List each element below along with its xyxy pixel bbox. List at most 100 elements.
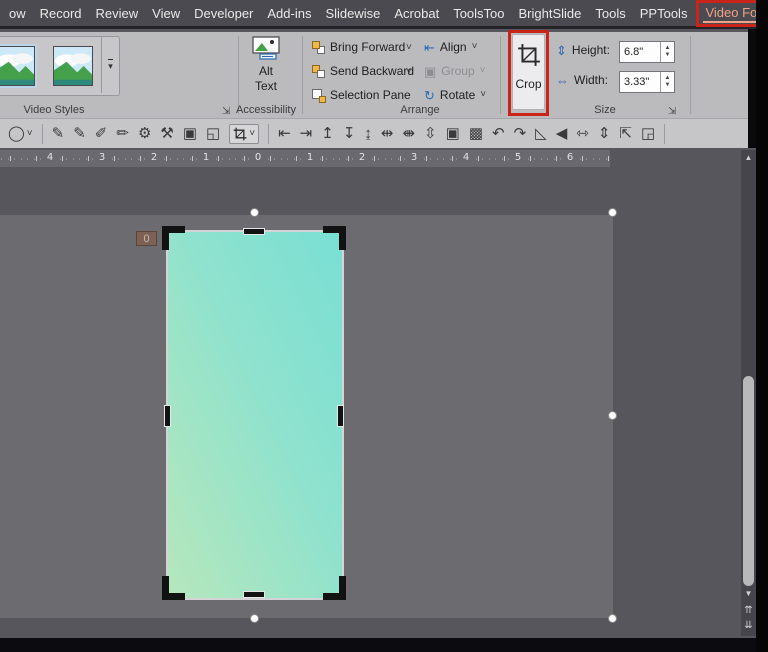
align-bottom-icon[interactable]: ↧	[343, 126, 356, 141]
crop-icon	[517, 44, 540, 66]
tab-toolstoo[interactable]: ToolsToo	[446, 6, 511, 21]
selection-handle-right-middle[interactable]	[608, 411, 617, 420]
flip-vertical-icon[interactable]: ◺	[535, 126, 547, 141]
align-button[interactable]: ⇤ Align ˅	[424, 40, 477, 54]
tab-tools[interactable]: Tools	[588, 6, 632, 21]
line-color-icon[interactable]: ✎	[73, 126, 86, 141]
oval-shape-tool-button[interactable]: ◯ ˅	[8, 126, 33, 141]
video-style-thumbnail-selected[interactable]	[0, 44, 37, 88]
crop-handle-top-right[interactable]	[323, 226, 346, 250]
tab-review[interactable]: Review	[89, 6, 146, 21]
ungroup-objects-icon[interactable]: ◱	[206, 126, 220, 141]
send-backward-icon[interactable]: ▩	[469, 126, 483, 141]
rotate-left-icon[interactable]: ↶	[492, 126, 505, 141]
tab-brightslide[interactable]: BrightSlide	[512, 6, 589, 21]
build-tool-icon[interactable]: ⚒	[160, 126, 173, 141]
video-styles-dialog-launcher[interactable]: ⇲	[222, 106, 230, 117]
tab-view[interactable]: View	[145, 6, 187, 21]
group-objects-icon[interactable]: ▣	[183, 126, 197, 141]
rotate-button[interactable]: ↻ Rotate ˅	[424, 88, 486, 102]
distribute-horizontal-icon[interactable]: ⇹	[381, 126, 394, 141]
video-cropped-region[interactable]	[166, 230, 344, 600]
bring-forward-button[interactable]: Bring Forward	[312, 40, 405, 54]
align-right-icon[interactable]: ⇥	[300, 126, 313, 141]
selection-handle-top-center[interactable]	[250, 208, 259, 217]
bottom-bar	[0, 638, 768, 652]
selection-pane-button[interactable]: Selection Pane	[312, 88, 411, 103]
width-input[interactable]: 3.33" ▲ ▼	[619, 71, 675, 93]
spinner-down-icon[interactable]: ▼	[665, 82, 671, 89]
pointer-select-icon[interactable]: ⇱	[619, 126, 632, 141]
size-dialog-launcher[interactable]: ⇲	[668, 106, 676, 117]
resize-width-icon[interactable]: ⇿	[576, 126, 589, 141]
crop-handle-bottom-left[interactable]	[162, 576, 185, 600]
flip-horizontal-icon[interactable]: ◀	[556, 126, 568, 141]
tab-show[interactable]: ow	[2, 6, 33, 21]
tab-slidewise[interactable]: Slidewise	[318, 6, 387, 21]
crop-handle-left[interactable]	[164, 405, 171, 427]
crop-handle-top-left[interactable]	[162, 226, 185, 250]
send-backward-icon	[312, 64, 325, 78]
tab-pptools[interactable]: PPTools	[633, 6, 695, 21]
style-tools-icon[interactable]: ⚙	[138, 126, 151, 141]
video-style-thumbnail[interactable]	[53, 46, 93, 86]
tab-add-ins[interactable]: Add-ins	[260, 6, 318, 21]
send-backward-button[interactable]: Send Backward	[312, 64, 414, 78]
selection-handle-bottom-center[interactable]	[250, 614, 259, 623]
spinner-down-icon[interactable]: ▼	[665, 52, 671, 59]
height-value[interactable]: 6.8"	[620, 46, 660, 58]
group-chevron-icon: ˅	[479, 65, 486, 76]
scroll-up-icon[interactable]: ▲	[741, 153, 756, 162]
scroll-down-icon[interactable]: ▼	[741, 589, 756, 598]
annotation-box-crop: Crop	[508, 30, 549, 116]
send-backward-chevron-icon[interactable]: ˅	[406, 67, 412, 77]
crop-handle-bottom-right[interactable]	[323, 576, 346, 600]
spinner-up-icon[interactable]: ▲	[665, 75, 671, 82]
width-value[interactable]: 3.33"	[620, 76, 660, 88]
group-button[interactable]: ▣ Group ˅	[424, 64, 486, 78]
oval-shape-tool-icon: ◯	[8, 125, 25, 142]
pen-style-icon[interactable]: ✐	[95, 126, 108, 141]
selection-pane-icon	[312, 88, 326, 103]
height-spinner[interactable]: ▲ ▼	[660, 42, 674, 62]
crop-handle-bottom[interactable]	[243, 591, 265, 598]
alt-text-button[interactable]: Alt Text	[243, 36, 289, 102]
tab-record[interactable]: Record	[33, 6, 89, 21]
landscape-thumbnail-icon	[54, 47, 92, 85]
bring-forward-chevron-icon[interactable]: ˅	[406, 43, 412, 53]
selection-handle-top-right[interactable]	[608, 208, 617, 217]
selection-handle-bottom-right[interactable]	[608, 614, 617, 623]
width-icon: ⇔	[556, 72, 569, 88]
next-slide-icon[interactable]: ⇊	[741, 620, 756, 631]
tab-acrobat[interactable]: Acrobat	[387, 6, 446, 21]
distribute-vertical-icon[interactable]: ⇼	[402, 126, 415, 141]
shape-fill-icon[interactable]: ✎	[52, 126, 65, 141]
horizontal-ruler[interactable]: 4 3 2 1 0 1 2 3 4 5 6	[0, 150, 610, 167]
align-left-icon[interactable]: ⇤	[278, 126, 291, 141]
rotate-right-icon[interactable]: ↷	[514, 126, 527, 141]
crop-handle-top[interactable]	[243, 228, 265, 235]
bring-forward-icon[interactable]: ▣	[446, 126, 460, 141]
window-right-edge	[756, 0, 768, 652]
ruler-number: 3	[408, 152, 420, 163]
crop-tool-button-active[interactable]: ˅	[229, 123, 260, 144]
menu-bar: ow Record Review View Developer Add-ins …	[0, 0, 768, 29]
format-painter-icon[interactable]: ✏	[116, 126, 129, 141]
spinner-up-icon[interactable]: ▲	[665, 45, 671, 52]
previous-slide-icon[interactable]: ⇈	[741, 605, 756, 616]
align-middle-icon[interactable]: ⇳	[424, 126, 437, 141]
crop-button[interactable]: Crop	[512, 34, 545, 110]
resize-height-icon[interactable]: ⇕	[598, 126, 611, 141]
ruler-number: 2	[148, 152, 160, 163]
height-input[interactable]: 6.8" ▲ ▼	[619, 41, 675, 63]
align-top-icon[interactable]: ↥	[321, 126, 334, 141]
gallery-more-button[interactable]: ▾	[101, 37, 119, 93]
scrollbar-thumb[interactable]	[743, 376, 754, 586]
width-spinner[interactable]: ▲ ▼	[660, 72, 674, 92]
align-center-icon[interactable]: ↨	[364, 126, 372, 141]
tab-developer[interactable]: Developer	[187, 6, 260, 21]
scale-fit-icon[interactable]: ◲	[641, 126, 655, 141]
vertical-scrollbar[interactable]: ▲ ▼ ⇈ ⇊	[741, 150, 756, 636]
crop-handle-right[interactable]	[337, 405, 344, 427]
crop-tool-icon	[233, 127, 247, 140]
